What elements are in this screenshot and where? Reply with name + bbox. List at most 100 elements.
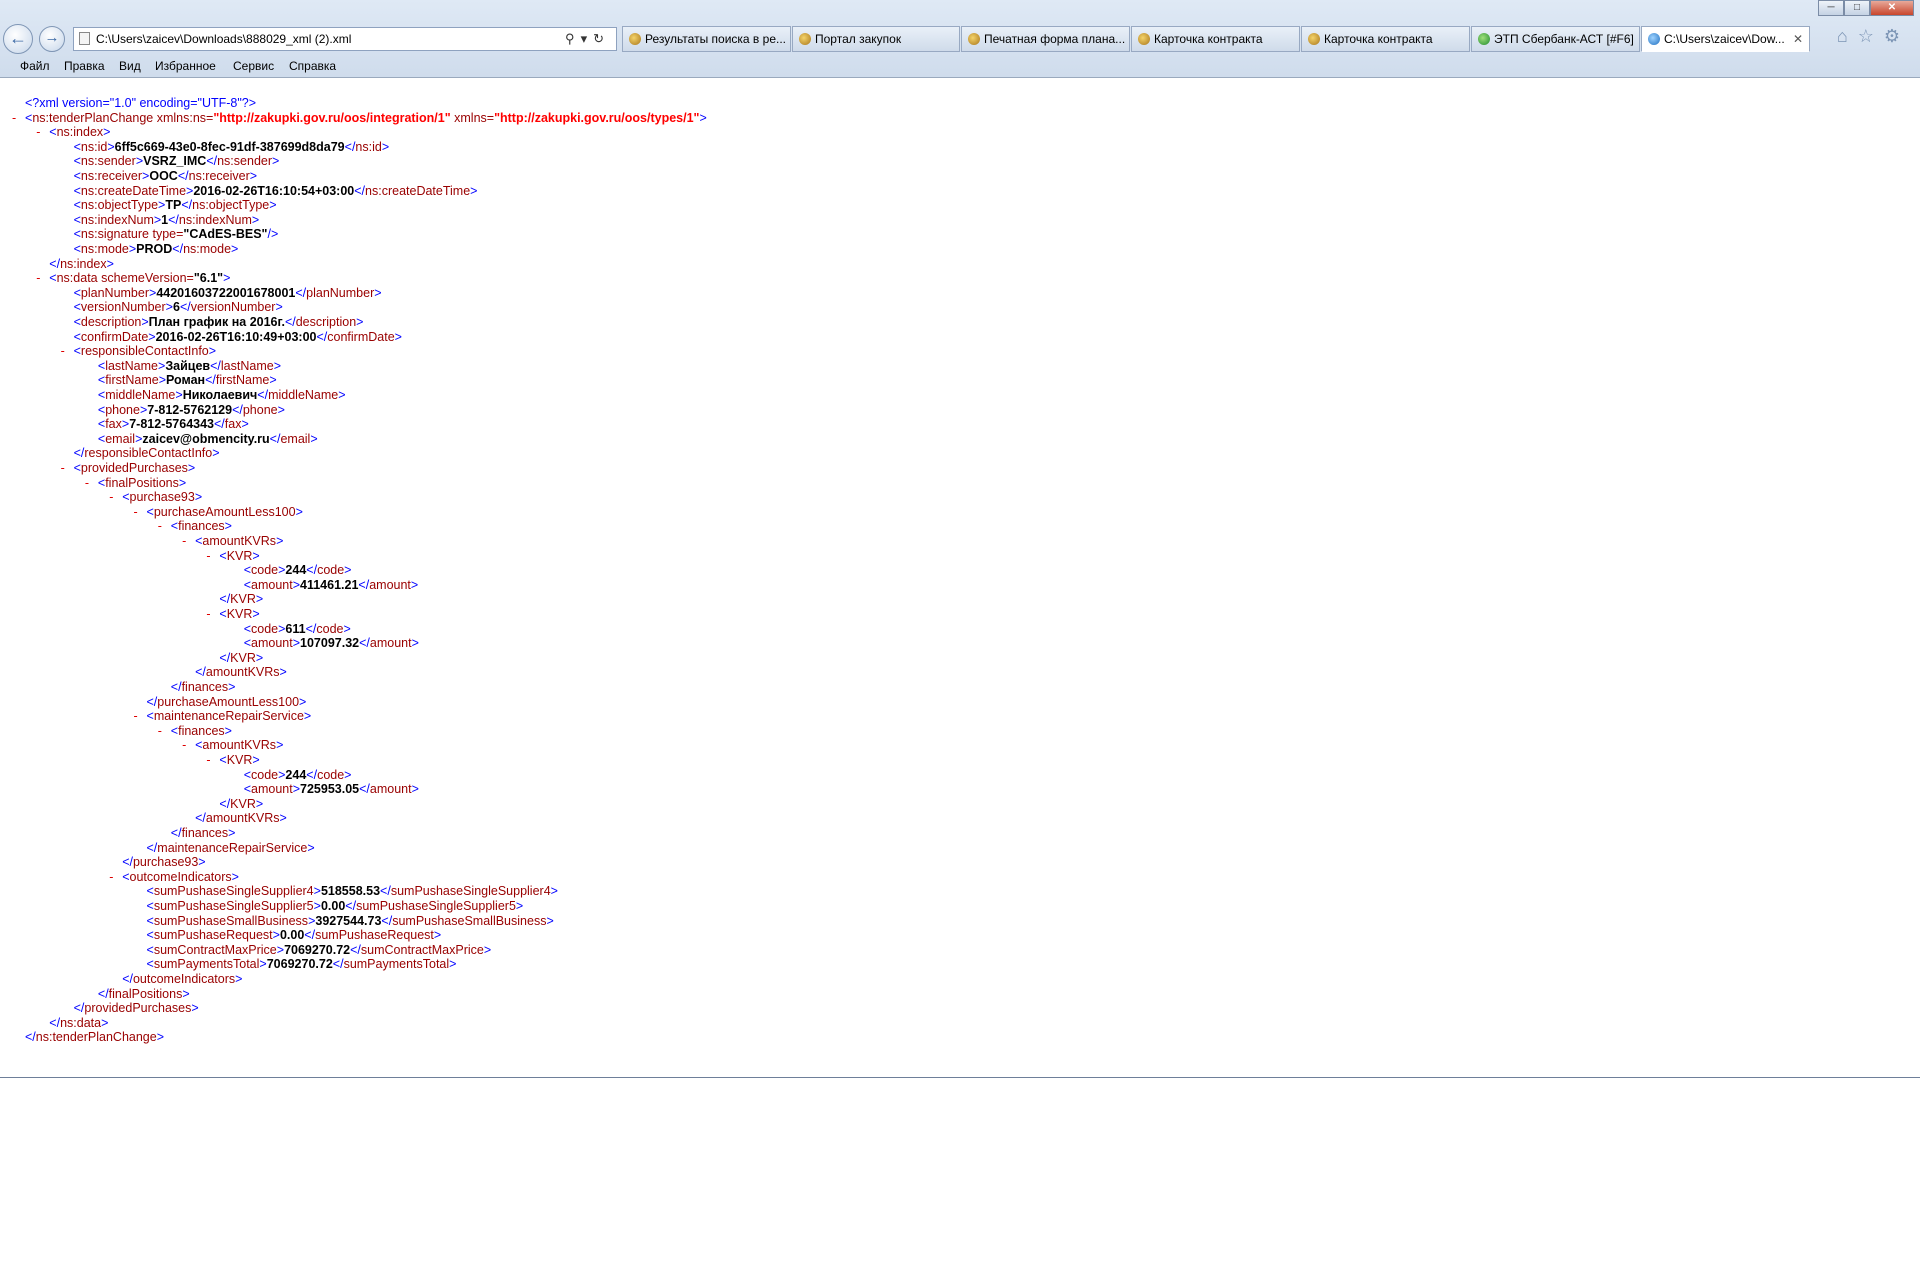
- collapse-toggle[interactable]: -: [158, 519, 162, 534]
- xml-kvr-amount: <amount>107097.32</amount>: [243, 636, 419, 651]
- xml-index-open: - <ns:index>: [36, 125, 111, 140]
- collapse-toggle[interactable]: -: [134, 505, 138, 520]
- collapse-toggle[interactable]: -: [206, 753, 210, 768]
- xml-kvr-close: </KVR>: [219, 592, 264, 607]
- maximize-button[interactable]: □: [1844, 0, 1870, 16]
- xml-declaration: <?xml version="1.0" encoding="UTF-8"?>: [25, 96, 257, 110]
- xml-finalpositions-close: </finalPositions>: [97, 986, 190, 1001]
- collapse-toggle[interactable]: -: [206, 549, 210, 564]
- xml-kvr-open: - <KVR>: [206, 753, 260, 767]
- favorites-star-icon[interactable]: ☆: [1858, 26, 1884, 46]
- toolbar-icons: ⌂☆⚙: [1837, 26, 1910, 47]
- xml-outcome-open: - <outcomeIndicators>: [109, 869, 239, 884]
- collapse-toggle[interactable]: -: [61, 461, 65, 476]
- xml-index-close: </ns:index>: [49, 256, 114, 271]
- coat-of-arms-icon: [629, 33, 641, 45]
- xml-purchase93-open: - <purchase93>: [109, 490, 203, 505]
- collapse-toggle[interactable]: -: [61, 344, 65, 359]
- coat-of-arms-icon: [799, 33, 811, 45]
- viewport-divider: [0, 1077, 1920, 1078]
- tab-contract-card-2[interactable]: Карточка контракта: [1301, 26, 1470, 52]
- xml-kvr-amount: <amount>411461.21</amount>: [243, 577, 419, 592]
- collapse-toggle[interactable]: -: [182, 534, 186, 549]
- menu-help[interactable]: Справка: [289, 59, 336, 73]
- xml-amountkvrs-close: </amountKVRs>: [195, 665, 287, 680]
- xml-ns-receiver: <ns:receiver>OOC</ns:receiver>: [73, 169, 258, 183]
- xml-amountkvrs-open: - <amountKVRs>: [182, 738, 284, 753]
- xml-kvr-close: </KVR>: [219, 650, 264, 665]
- xml-kvr-close: </KVR>: [219, 796, 264, 811]
- tab-xml-file[interactable]: C:\Users\zaicev\Dow... ✕: [1641, 26, 1810, 52]
- forward-button[interactable]: →: [39, 26, 65, 52]
- coat-of-arms-icon: [1308, 33, 1320, 45]
- xml-phone: <phone>7-812-5762129</phone>: [97, 402, 285, 417]
- xml-repair-close: </maintenanceRepairService>: [146, 840, 315, 855]
- collapse-toggle[interactable]: -: [36, 125, 40, 140]
- xml-finances-open: - <finances>: [157, 519, 232, 534]
- window-controls: ─ □ ✕: [1818, 0, 1914, 18]
- xml-contact-open: - <responsibleContactInfo>: [60, 344, 217, 359]
- menu-view[interactable]: Вид: [119, 59, 141, 73]
- address-tools[interactable]: ⚲▾↻: [565, 28, 610, 50]
- tab-procurement-portal[interactable]: Портал закупок: [792, 26, 960, 52]
- menu-tools[interactable]: Сервис: [233, 59, 274, 73]
- collapse-toggle[interactable]: -: [12, 111, 16, 126]
- xml-root-open: - <ns:tenderPlanChange xmlns:ns="http://z…: [12, 110, 707, 125]
- xml-outcome-close: </outcomeIndicators>: [122, 972, 243, 986]
- xml-kvr-code: <code>611</code>: [243, 621, 351, 636]
- menu-file[interactable]: Файл: [20, 59, 50, 73]
- xml-kvr-amount: <amount>725953.05</amount>: [243, 782, 419, 797]
- tab-sberbank-ast[interactable]: ЭТП Сбербанк-АСТ [#F6]: [1471, 26, 1640, 52]
- address-text: C:\Users\zaicev\Downloads\888029_xml (2)…: [96, 32, 352, 46]
- xml-sumcontractmaxprice: <sumContractMaxPrice>7069270.72</sumCont…: [146, 942, 492, 957]
- xml-finances-close: </finances>: [170, 826, 236, 840]
- minimize-button[interactable]: ─: [1818, 0, 1844, 16]
- collapse-toggle[interactable]: -: [158, 724, 162, 739]
- gear-icon[interactable]: ⚙: [1884, 26, 1910, 46]
- page-icon: [79, 32, 90, 45]
- tab-search-results[interactable]: Результаты поиска в ре...: [622, 26, 791, 52]
- close-window-button[interactable]: ✕: [1870, 0, 1914, 16]
- back-button[interactable]: ←: [3, 24, 33, 54]
- collapse-toggle[interactable]: -: [85, 476, 89, 491]
- xml-kvr-code: <code>244</code>: [243, 767, 352, 782]
- collapse-toggle[interactable]: -: [134, 709, 138, 724]
- xml-providedpurchases-close: </providedPurchases>: [73, 1001, 199, 1016]
- xml-kvr-open: - <KVR>: [206, 548, 260, 563]
- home-icon[interactable]: ⌂: [1837, 26, 1858, 46]
- xml-amountkvrs-open: - <amountKVRs>: [182, 534, 284, 548]
- xml-providedpurchases-open: - <providedPurchases>: [60, 461, 196, 475]
- ie-page-icon: [1648, 33, 1660, 45]
- collapse-toggle[interactable]: -: [182, 738, 186, 753]
- xml-firstname: <firstName>Роман</firstName>: [97, 373, 277, 388]
- close-tab-icon[interactable]: ✕: [1793, 27, 1803, 51]
- xml-versionnumber: <versionNumber>6</versionNumber>: [73, 300, 283, 315]
- xml-less100-close: </purchaseAmountLess100>: [146, 694, 307, 709]
- collapse-toggle[interactable]: -: [36, 271, 40, 286]
- address-bar[interactable]: C:\Users\zaicev\Downloads\888029_xml (2)…: [73, 27, 617, 51]
- xml-ns-mode: <ns:mode>PROD</ns:mode>: [73, 242, 239, 256]
- collapse-toggle[interactable]: -: [109, 490, 113, 505]
- xml-data-open: - <ns:data schemeVersion="6.1">: [36, 271, 231, 286]
- xml-ns-createdatetime: <ns:createDateTime>2016-02-26T16:10:54+0…: [73, 183, 478, 198]
- tab-contract-card-1[interactable]: Карточка контракта: [1131, 26, 1300, 52]
- coat-of-arms-icon: [1138, 33, 1150, 45]
- menu-edit[interactable]: Правка: [64, 59, 105, 73]
- collapse-toggle[interactable]: -: [109, 870, 113, 885]
- coat-of-arms-icon: [968, 33, 980, 45]
- xml-amountkvrs-close: </amountKVRs>: [195, 811, 287, 826]
- xml-data-close: </ns:data>: [49, 1015, 109, 1030]
- collapse-toggle[interactable]: -: [206, 607, 210, 622]
- xml-finances-close: </finances>: [170, 680, 236, 694]
- xml-ns-signature: <ns:signature type="CAdES-BES"/>: [73, 227, 279, 242]
- xml-sumpushasesinglesupplier5: <sumPushaseSingleSupplier5>0.00</sumPush…: [146, 899, 524, 913]
- xml-ns-objecttype: <ns:objectType>TP</ns:objectType>: [73, 198, 277, 213]
- menu-favorites[interactable]: Избранное: [155, 59, 216, 73]
- tab-print-form[interactable]: Печатная форма плана...: [961, 26, 1130, 52]
- xml-finalpositions-open: - <finalPositions>: [84, 475, 187, 490]
- xml-fax: <fax>7-812-5764343</fax>: [97, 417, 249, 432]
- browser-chrome: ← → C:\Users\zaicev\Downloads\888029_xml…: [0, 0, 1920, 78]
- xml-sumpushasesmallbusiness: <sumPushaseSmallBusiness>3927544.73</sum…: [146, 913, 554, 928]
- menu-bar: Файл Правка Вид Избранное Сервис Справка: [0, 57, 1920, 77]
- xml-less100-open: - <purchaseAmountLess100>: [133, 504, 303, 519]
